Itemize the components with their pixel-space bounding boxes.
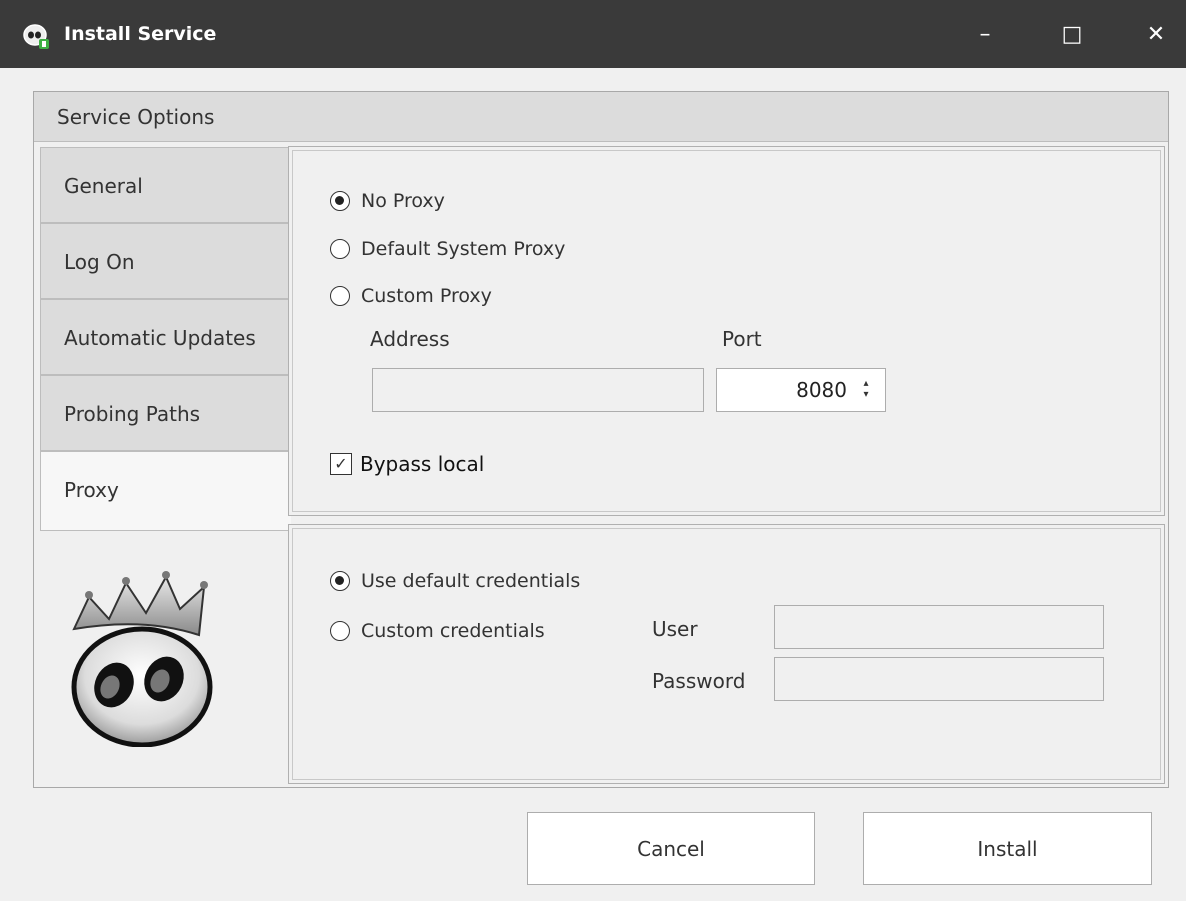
password-label: Password [652,669,746,693]
radio-custom-proxy-label: Custom Proxy [361,285,492,307]
tab-general[interactable]: General [40,147,290,223]
radio-selected-icon [330,191,350,211]
checkmark-icon: ✓ [330,453,352,475]
credentials-box [288,524,1165,784]
address-label: Address [370,327,450,351]
radio-default-credentials[interactable]: Use default credentials [330,570,580,592]
address-input[interactable] [372,368,704,412]
spin-down-icon[interactable]: ▾ [859,389,873,400]
minimize-icon: – [979,21,991,47]
radio-default-system-proxy-label: Default System Proxy [361,238,566,260]
group-header: Service Options [34,92,1168,142]
window-title: Install Service [64,23,217,45]
password-input[interactable] [774,657,1104,701]
app-mascot-icon [23,24,49,49]
user-label: User [652,617,698,641]
install-button[interactable]: Install [863,812,1152,885]
close-button[interactable]: ✕ [1126,0,1186,68]
port-value: 8080 [796,378,847,402]
tab-probing-paths[interactable]: Probing Paths [40,375,290,451]
spinner-arrows[interactable]: ▴ ▾ [859,378,873,402]
user-input[interactable] [774,605,1104,649]
tab-proxy[interactable]: Proxy [40,451,291,531]
port-spinner[interactable]: 8080 ▴ ▾ [716,368,886,412]
cancel-button[interactable]: Cancel [527,812,815,885]
radio-no-proxy-label: No Proxy [361,190,445,212]
tab-log-on[interactable]: Log On [40,223,290,299]
maximize-icon: □ [1061,21,1083,47]
radio-custom-credentials[interactable]: Custom credentials [330,620,545,642]
spin-up-icon[interactable]: ▴ [859,378,873,389]
radio-default-credentials-label: Use default credentials [361,570,581,592]
radio-custom-credentials-label: Custom credentials [361,620,545,642]
radio-unselected-icon [330,239,350,259]
bypass-local-label: Bypass local [360,452,485,476]
radio-unselected-icon [330,621,350,641]
port-label: Port [722,327,762,351]
close-icon: ✕ [1146,21,1166,47]
minimize-button[interactable]: – [955,0,1015,68]
radio-custom-proxy[interactable]: Custom Proxy [330,285,492,307]
radio-unselected-icon [330,286,350,306]
radio-no-proxy[interactable]: No Proxy [330,190,445,212]
bypass-local-checkbox[interactable]: ✓ Bypass local [330,452,484,476]
radio-default-system-proxy[interactable]: Default System Proxy [330,238,565,260]
tab-automatic-updates[interactable]: Automatic Updates [40,299,290,375]
maximize-button[interactable]: □ [1042,0,1102,68]
radio-selected-icon [330,571,350,591]
mascot-logo [71,571,213,747]
title-bar: Install Service – □ ✕ [0,0,1186,68]
